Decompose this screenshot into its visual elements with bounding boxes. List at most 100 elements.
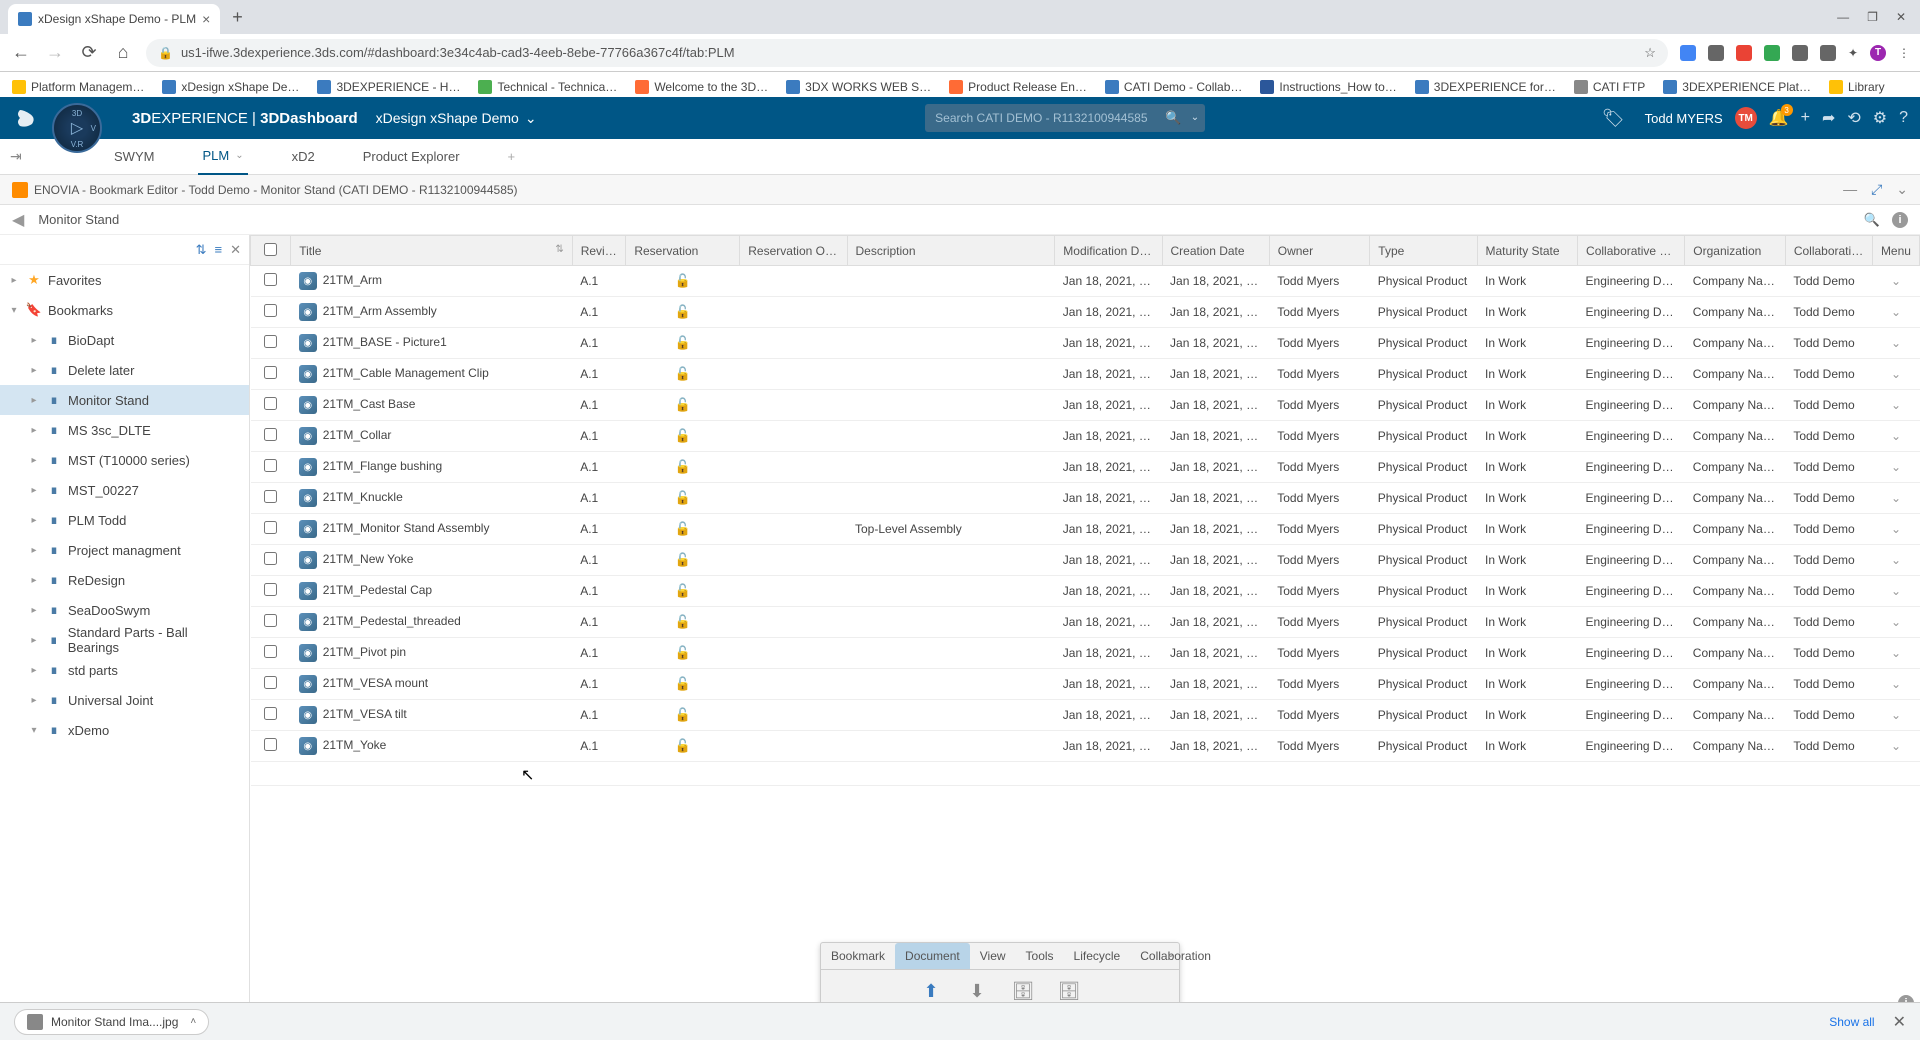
column-header[interactable]: Collaborative … bbox=[1578, 236, 1685, 266]
show-all-downloads[interactable]: Show all bbox=[1829, 1015, 1874, 1029]
column-header[interactable]: Modification D… bbox=[1055, 236, 1162, 266]
ext-icon[interactable] bbox=[1708, 45, 1724, 61]
row-checkbox[interactable] bbox=[264, 583, 277, 596]
table-row[interactable]: ◉21TM_BASE - Picture1 A.1 🔓 Jan 18, 2021… bbox=[251, 328, 1920, 359]
close-panel-icon[interactable]: ✕ bbox=[230, 242, 241, 258]
row-checkbox[interactable] bbox=[264, 738, 277, 751]
sidebar-item[interactable]: ▸∎MST (T10000 series) bbox=[0, 445, 249, 475]
row-menu-icon[interactable]: ⌄ bbox=[1872, 576, 1919, 607]
row-menu-icon[interactable]: ⌄ bbox=[1872, 514, 1919, 545]
upload-icon[interactable]: ⬆ bbox=[918, 978, 944, 1004]
table-row[interactable]: ◉21TM_Arm A.1 🔓 Jan 18, 2021, … Jan 18, … bbox=[251, 266, 1920, 297]
column-header[interactable]: Description bbox=[847, 236, 1055, 266]
row-checkbox[interactable] bbox=[264, 397, 277, 410]
column-header[interactable]: Reservation O… bbox=[740, 236, 847, 266]
tab-xd2[interactable]: xD2 bbox=[288, 139, 319, 175]
sidebar-item[interactable]: ▸∎ReDesign bbox=[0, 565, 249, 595]
toolbar-tab[interactable]: Document bbox=[895, 943, 970, 969]
widget-menu-icon[interactable]: ⌄ bbox=[1896, 181, 1908, 198]
sidebar-item[interactable]: ▸∎Universal Joint bbox=[0, 685, 249, 715]
collab-icon[interactable]: ⟲ bbox=[1847, 108, 1860, 128]
minimize-widget-icon[interactable]: — bbox=[1843, 181, 1857, 198]
column-header[interactable]: Reservation bbox=[626, 236, 740, 266]
toolbar-tab[interactable]: Bookmark bbox=[821, 943, 895, 969]
database-plus-icon[interactable]: 🗄 bbox=[1056, 978, 1082, 1004]
row-menu-icon[interactable]: ⌄ bbox=[1872, 700, 1919, 731]
bookmark-item[interactable]: 3DX WORKS WEB S… bbox=[786, 80, 931, 94]
bookmark-item[interactable]: Library bbox=[1829, 80, 1885, 94]
toolbar-tab[interactable]: Tools bbox=[1016, 943, 1064, 969]
row-checkbox[interactable] bbox=[264, 614, 277, 627]
sidebar-item[interactable]: ▸∎Delete later bbox=[0, 355, 249, 385]
share-icon[interactable]: ➦ bbox=[1822, 108, 1835, 128]
ext-icon[interactable] bbox=[1680, 45, 1696, 61]
bookmark-item[interactable]: 3DEXPERIENCE Plat… bbox=[1663, 80, 1811, 94]
bookmark-item[interactable]: CATI Demo - Collab… bbox=[1105, 80, 1242, 94]
row-menu-icon[interactable]: ⌄ bbox=[1872, 483, 1919, 514]
row-menu-icon[interactable]: ⌄ bbox=[1872, 452, 1919, 483]
sidebar-item[interactable]: ▸∎Standard Parts - Ball Bearings bbox=[0, 625, 249, 655]
row-checkbox[interactable] bbox=[264, 366, 277, 379]
chevron-down-icon[interactable]: ⌄ bbox=[235, 150, 243, 161]
bookmark-item[interactable]: Instructions_How to… bbox=[1260, 80, 1396, 94]
user-avatar[interactable]: TM bbox=[1735, 107, 1757, 129]
search-in-widget-icon[interactable]: 🔍 bbox=[1864, 212, 1880, 228]
row-checkbox[interactable] bbox=[264, 459, 277, 472]
row-menu-icon[interactable]: ⌄ bbox=[1872, 390, 1919, 421]
sort-icon[interactable]: ≡ bbox=[215, 242, 223, 257]
back-icon[interactable]: ◀ bbox=[12, 210, 24, 230]
bookmark-item[interactable]: Welcome to the 3D… bbox=[635, 80, 768, 94]
toolbar-tab[interactable]: Lifecycle bbox=[1064, 943, 1131, 969]
nav-forward-icon[interactable]: → bbox=[44, 42, 66, 63]
sidebar-item[interactable]: ▸∎Monitor Stand bbox=[0, 385, 249, 415]
row-menu-icon[interactable]: ⌄ bbox=[1872, 328, 1919, 359]
dashboard-selector[interactable]: xDesign xShape Demo ⌄ bbox=[376, 110, 537, 127]
sidebar-item[interactable]: ▸∎std parts bbox=[0, 655, 249, 685]
row-checkbox[interactable] bbox=[264, 676, 277, 689]
table-row[interactable]: ◉21TM_Cast Base A.1 🔓 Jan 18, 2021, … Ja… bbox=[251, 390, 1920, 421]
row-menu-icon[interactable]: ⌄ bbox=[1872, 297, 1919, 328]
column-header[interactable]: Menu bbox=[1872, 236, 1919, 266]
sidebar-item[interactable]: ▸∎SeaDooSwym bbox=[0, 595, 249, 625]
toolbar-tab[interactable]: Collaboration bbox=[1130, 943, 1221, 969]
tab-product-explorer[interactable]: Product Explorer bbox=[359, 139, 464, 175]
row-menu-icon[interactable]: ⌄ bbox=[1872, 266, 1919, 297]
apps-icon[interactable]: ⚙ bbox=[1873, 108, 1887, 128]
bookmark-item[interactable]: Platform Managem… bbox=[12, 80, 144, 94]
download-item[interactable]: Monitor Stand Ima....jpg ˄ bbox=[14, 1009, 209, 1035]
nav-back-icon[interactable]: ← bbox=[10, 42, 32, 63]
notification-icon[interactable]: 🔔3 bbox=[1769, 108, 1789, 128]
download-icon[interactable]: ⬇ bbox=[964, 978, 990, 1004]
table-row[interactable]: ◉21TM_Knuckle A.1 🔓 Jan 18, 2021, … Jan … bbox=[251, 483, 1920, 514]
sidebar-item[interactable]: ▸∎PLM Todd bbox=[0, 505, 249, 535]
close-tab-icon[interactable]: × bbox=[202, 11, 210, 27]
row-checkbox[interactable] bbox=[264, 552, 277, 565]
fullscreen-widget-icon[interactable]: ⤢ bbox=[1871, 181, 1882, 198]
row-checkbox[interactable] bbox=[264, 490, 277, 503]
table-row[interactable]: ◉21TM_Pedestal_threaded A.1 🔓 Jan 18, 20… bbox=[251, 607, 1920, 638]
column-header[interactable]: Collaborative … bbox=[1785, 236, 1872, 266]
row-checkbox[interactable] bbox=[264, 273, 277, 286]
sidebar-item-bookmarks[interactable]: ▾ 🔖 Bookmarks bbox=[0, 295, 249, 325]
bookmark-item[interactable]: xDesign xShape De… bbox=[162, 80, 299, 94]
column-header[interactable]: Title ⇅ bbox=[291, 236, 573, 266]
bookmark-item[interactable]: Technical - Technica… bbox=[478, 80, 617, 94]
column-header[interactable]: Maturity State bbox=[1477, 236, 1578, 266]
home-icon[interactable]: ⌂ bbox=[112, 42, 134, 63]
ext-icon[interactable] bbox=[1792, 45, 1808, 61]
bookmark-item[interactable]: Product Release En… bbox=[949, 80, 1087, 94]
column-header[interactable]: Creation Date bbox=[1162, 236, 1269, 266]
chevron-up-icon[interactable]: ˄ bbox=[190, 1016, 196, 1027]
info-icon[interactable]: i bbox=[1892, 212, 1908, 228]
filter-icon[interactable]: ⇅ bbox=[196, 242, 207, 258]
row-checkbox[interactable] bbox=[264, 304, 277, 317]
sidebar-item[interactable]: ▸∎MST_00227 bbox=[0, 475, 249, 505]
database-icon[interactable]: 🗄 bbox=[1010, 978, 1036, 1004]
reload-icon[interactable]: ⟳ bbox=[78, 42, 100, 63]
select-all-checkbox[interactable] bbox=[264, 243, 277, 256]
row-menu-icon[interactable]: ⌄ bbox=[1872, 359, 1919, 390]
column-header[interactable]: Organization bbox=[1685, 236, 1786, 266]
row-checkbox[interactable] bbox=[264, 707, 277, 720]
tab-plm[interactable]: PLM⌄ bbox=[198, 139, 247, 175]
table-row[interactable]: ◉21TM_Yoke A.1 🔓 Jan 18, 2021, … Jan 18,… bbox=[251, 731, 1920, 762]
